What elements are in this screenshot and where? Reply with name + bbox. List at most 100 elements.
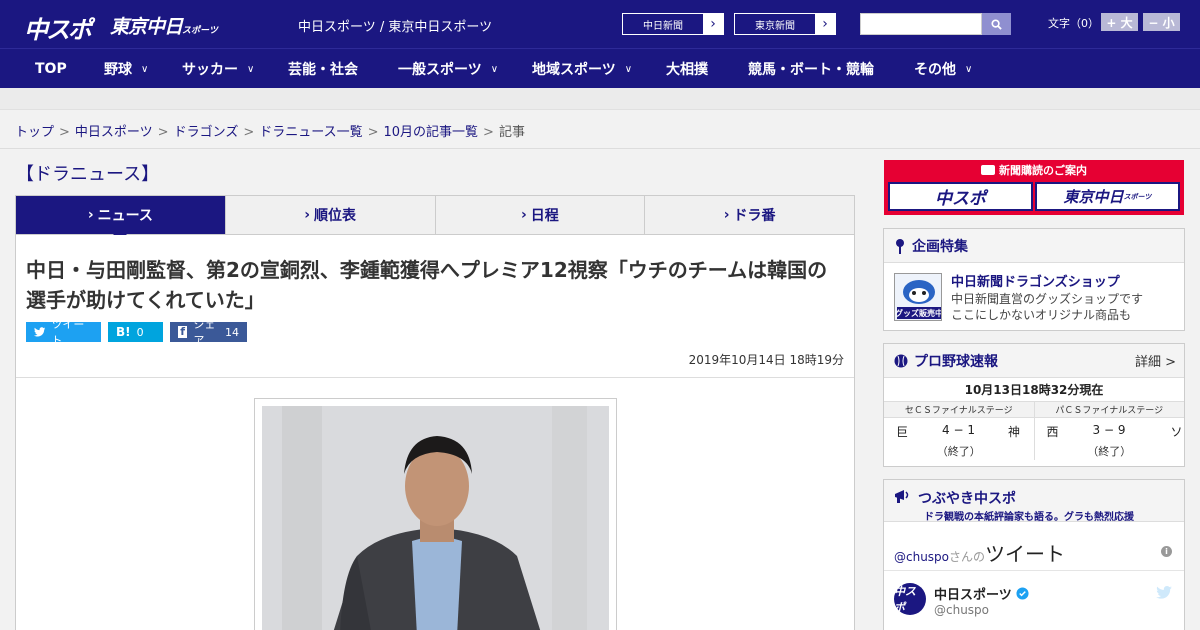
game-stage: パＣＳファイナルステージ (1034, 402, 1184, 418)
tab-label: ドラ番 (733, 208, 776, 224)
nav-item-general-sports[interactable]: 一般スポーツ ∨ (398, 49, 498, 89)
home-team: 西 (1046, 425, 1059, 439)
ad-logo-chuspo[interactable]: 中スポ (888, 182, 1033, 211)
tweet-author-name-text: 中日スポーツ (934, 588, 1012, 603)
breadcrumb-link[interactable]: ドラニュース一覧 (259, 125, 362, 140)
chevron-right-icon: › (520, 207, 527, 223)
nav-item-top[interactable]: TOP (35, 49, 67, 89)
nav-label: 一般スポーツ (398, 62, 482, 78)
nav-item-racing[interactable]: 競馬・ボート・競輪 (748, 49, 874, 89)
chuspo-logo[interactable]: 中スポ (24, 10, 92, 45)
tweets-panel-subtitle: ドラ観戦の本紙評論家も語る。グラも熱烈応援 (924, 512, 1134, 523)
tokyo-chunichi-logo[interactable]: 東京中日スポーツ (110, 12, 218, 39)
subscription-banner-title: 新聞購読のご案内 (884, 160, 1184, 180)
hatena-bookmark-button[interactable]: B! 0 (108, 322, 163, 342)
site-subtitle: 中日スポーツ / 東京中日スポーツ (298, 20, 493, 35)
scores-panel-header: プロ野球速報 詳細 > (884, 344, 1184, 378)
tweets-divider (884, 570, 1184, 571)
scores-grid: セＣＳファイナルステージ 巨 4 − 1 神 （終了） パＣＳファイナルステージ… (884, 402, 1184, 460)
chevron-right-icon: › (87, 207, 94, 223)
feature-item[interactable]: グッズ販売中 中日新聞ドラゴンズショップ 中日新聞直営のグッズショップです ここ… (884, 263, 1184, 325)
chevron-down-icon: ∨ (490, 63, 499, 75)
game-stage: セＣＳファイナルステージ (884, 402, 1034, 418)
ad-logo-tokyo-text: 東京中日 (1063, 188, 1124, 206)
game-card[interactable]: セＣＳファイナルステージ 巨 4 − 1 神 （終了） (884, 402, 1035, 460)
baseball-icon (894, 354, 908, 367)
article-headline: 中日・与田剛監督、第2の宣銅烈、李鍾範獲得へプレミア12視察「ウチのチームは韓国… (26, 258, 828, 312)
feature-desc-line: ここにしかないオリジナル商品も (951, 308, 1132, 322)
article-photo[interactable] (262, 406, 609, 630)
ad-logo-tokyo[interactable]: 東京中日 スポーツ (1035, 182, 1180, 211)
tokyo-logo-text: 東京中日 (110, 16, 183, 38)
tokyo-shimbun-link[interactable]: 東京新聞 › (734, 13, 836, 35)
tab-schedule[interactable]: › 日程 (434, 196, 645, 234)
article: 中日・与田剛監督、第2の宣銅烈、李鍾範獲得へプレミア12視察「ウチのチームは韓国… (15, 235, 855, 630)
breadcrumb-link[interactable]: 中日スポーツ (75, 125, 153, 140)
tweets-san: さんの (949, 550, 986, 564)
feature-item-title[interactable]: 中日新聞ドラゴンズショップ (951, 271, 1120, 290)
facebook-icon: f (178, 325, 188, 338)
newspaper-icon (981, 165, 995, 175)
game-status: （終了） (1087, 445, 1132, 458)
feature-desc-line: 中日新聞直営のグッズショップです (951, 292, 1144, 306)
nav-item-entertainment[interactable]: 芸能・社会 (288, 49, 358, 89)
font-larger-button[interactable]: + 大 (1101, 13, 1138, 31)
dragons-shop-thumbnail: グッズ販売中 (894, 273, 942, 321)
tweet-author-name[interactable]: 中日スポーツ (934, 584, 1029, 603)
tweet-author-handle[interactable]: @chuspo (934, 603, 989, 617)
breadcrumb-separator: > (483, 125, 494, 140)
section-title: 【ドラニュース】 (16, 164, 160, 185)
nav-label: 野球 (104, 62, 132, 78)
nav-item-baseball[interactable]: 野球 ∨ (104, 49, 148, 89)
breadcrumb: トップ > 中日スポーツ > ドラゴンズ > ドラニュース一覧 >10月の記事一覧 > 記事 (15, 121, 525, 140)
breadcrumb-divider (0, 148, 1200, 149)
breadcrumb-link[interactable]: 10月の記事一覧 (384, 125, 479, 140)
tab-reporters[interactable]: › ドラ番 (644, 196, 854, 234)
game-score-line: 西 3 − 9 ソ (1035, 418, 1185, 442)
tokyo-logo-small: スポーツ (182, 26, 218, 36)
nav-label: その他 (914, 62, 956, 78)
breadcrumb-separator: > (367, 125, 379, 140)
nav-item-other[interactable]: その他 ∨ (914, 49, 972, 89)
scores-panel-title: プロ野球速報 (914, 353, 998, 370)
nav-subbar (0, 88, 1200, 110)
info-icon[interactable]: i (1161, 546, 1172, 557)
game-card[interactable]: パＣＳファイナルステージ 西 3 − 9 ソ （終了） (1034, 402, 1185, 460)
search-input[interactable] (860, 13, 982, 35)
breadcrumb-link[interactable]: トップ (15, 125, 54, 140)
tweets-handle-link[interactable]: @chuspo (894, 550, 949, 564)
nav-item-local-sports[interactable]: 地域スポーツ ∨ (532, 49, 632, 89)
ext-link-label: 中日新聞 (623, 14, 703, 34)
tab-news[interactable]: › ニュース (16, 196, 225, 241)
feature-panel-header: 企画特集 (884, 229, 1184, 263)
tab-standings[interactable]: › 順位表 (224, 196, 435, 234)
chevron-right-icon: › (710, 16, 716, 32)
nav-item-sumo[interactable]: 大相撲 (666, 49, 708, 89)
tweet-button[interactable]: ツイート (26, 318, 101, 347)
subscription-title-text: 新聞購読のご案内 (999, 164, 1087, 177)
search-icon (991, 18, 1002, 30)
scores-detail-link[interactable]: 詳細 > (1135, 351, 1176, 370)
away-team: 神 (1008, 425, 1021, 439)
twitter-bird-icon[interactable] (1156, 586, 1172, 599)
avatar[interactable]: 中スポ (894, 583, 926, 615)
section-tabs: › ニュース › 順位表 › 日程 › ドラ番 (15, 195, 855, 241)
breadcrumb-separator: > (243, 125, 255, 140)
chunichi-shimbun-link[interactable]: 中日新聞 › (622, 13, 724, 35)
subscription-banner[interactable]: 新聞購読のご案内 中スポ 東京中日 スポーツ (884, 160, 1184, 215)
search-button[interactable] (982, 13, 1011, 35)
chevron-down-icon: ∨ (624, 63, 633, 75)
facebook-share-button[interactable]: f シェア 14 (170, 318, 247, 347)
nav-item-soccer[interactable]: サッカー ∨ (182, 49, 254, 89)
font-smaller-button[interactable]: − 小 (1143, 13, 1180, 31)
breadcrumb-link[interactable]: ドラゴンズ (174, 125, 239, 140)
feature-panel-title: 企画特集 (912, 238, 968, 255)
ad-logo-tokyo-small: スポーツ (1123, 192, 1152, 201)
tweets-panel-header: つぶやき中スポ ドラ観戦の本紙評論家も語る。グラも熱烈応援 (884, 480, 1184, 523)
game-status: （終了） (936, 445, 981, 458)
tab-label: ニュース (97, 208, 153, 224)
tab-label: 順位表 (314, 208, 357, 224)
main-nav: TOP 野球 ∨ サッカー ∨ 芸能・社会 一般スポーツ ∨ 地域スポーツ ∨ 大相撲 … (0, 48, 1200, 88)
ext-link-label: 東京新聞 (735, 14, 815, 34)
thumb-label: グッズ販売中 (895, 309, 942, 318)
